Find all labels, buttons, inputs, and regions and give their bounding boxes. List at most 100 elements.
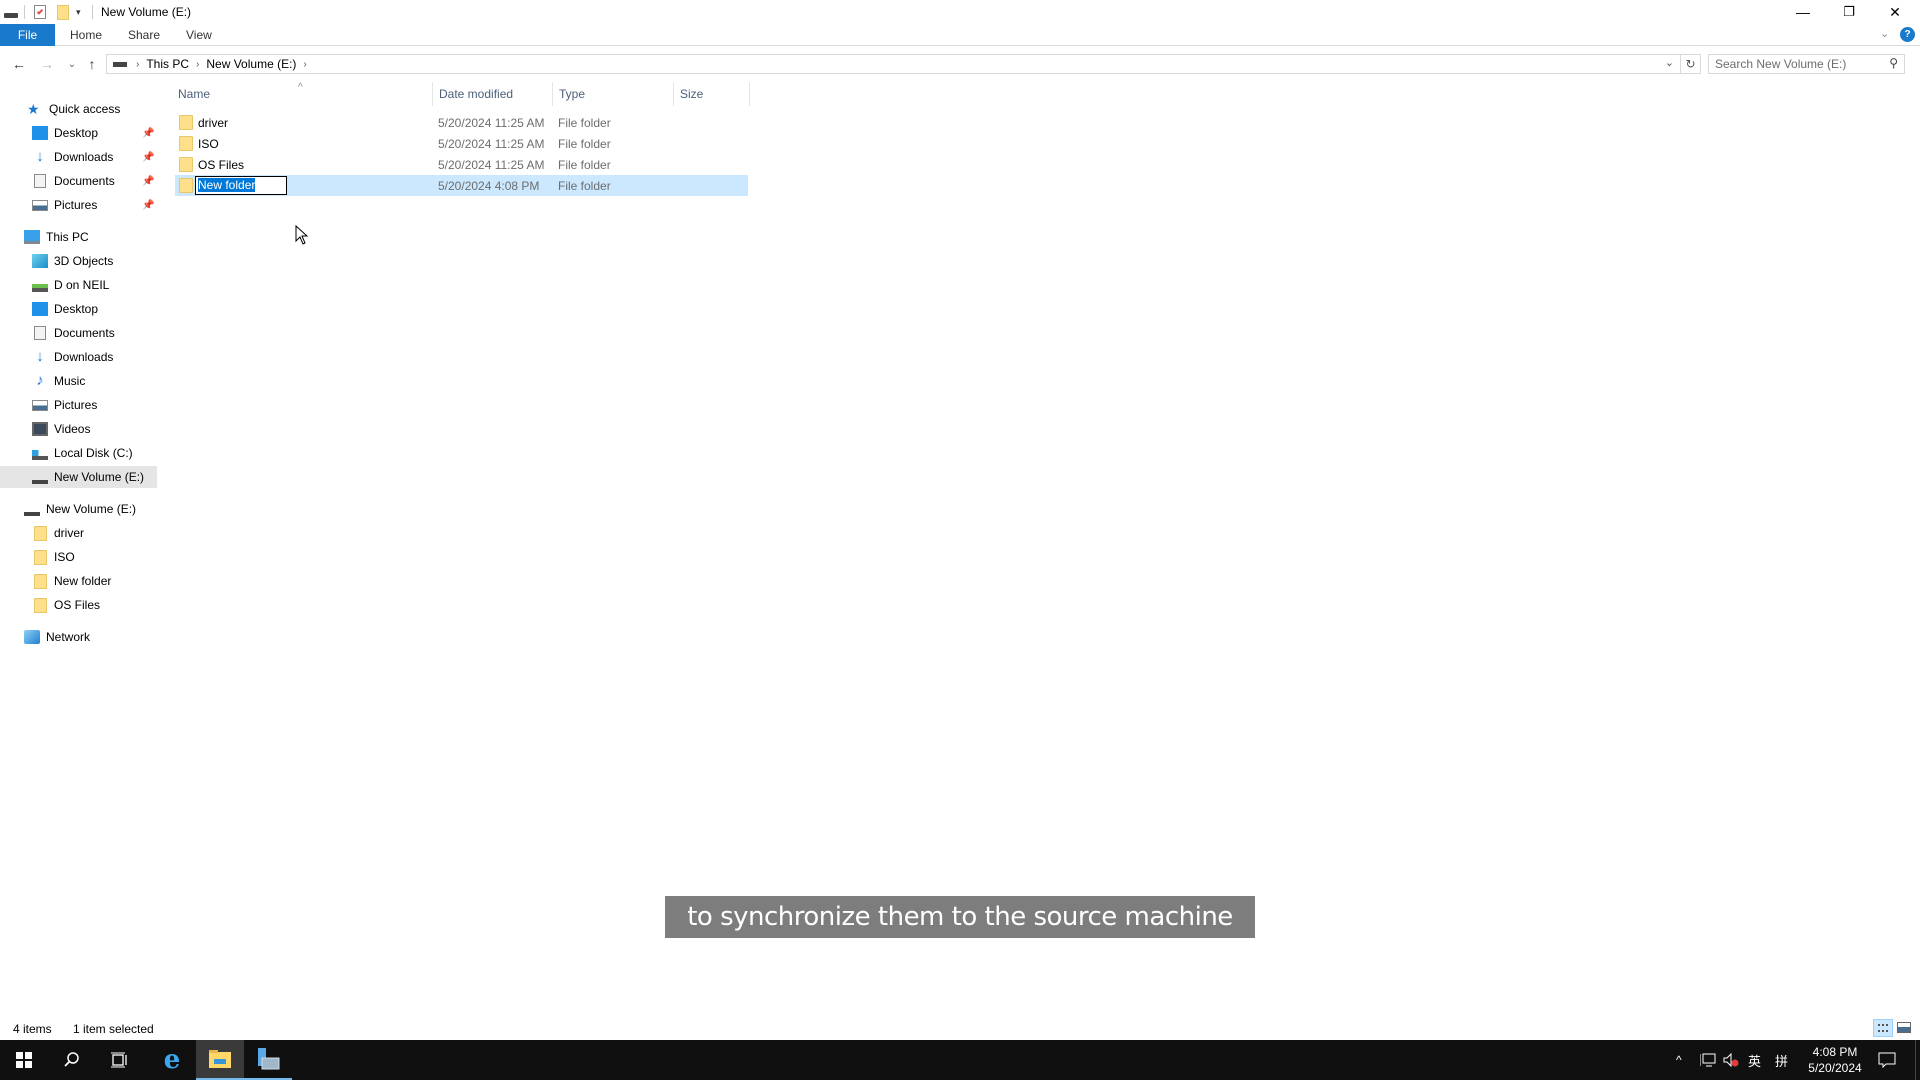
sidebar-item-network[interactable]: Network — [0, 626, 157, 648]
folder-icon — [34, 573, 47, 589]
taskbar: e ^ 英 拼 4:08 PM 5/20/2024 — [0, 1040, 1920, 1080]
divider — [92, 5, 93, 19]
pin-icon[interactable]: 📌 — [142, 200, 154, 211]
back-button[interactable]: ← — [9, 54, 29, 74]
search-input[interactable]: Search New Volume (E:) ⚲ — [1708, 54, 1905, 74]
search-button[interactable] — [48, 1040, 96, 1080]
internet-explorer-button[interactable]: e — [148, 1040, 196, 1080]
sidebar-item-label: Pictures — [54, 198, 98, 212]
sidebar-item-pictures[interactable]: Pictures 📌 — [0, 194, 157, 216]
sidebar-item-desktop-pc[interactable]: Desktop — [0, 298, 157, 320]
up-button[interactable]: ↑ — [82, 54, 102, 74]
forward-button[interactable]: → — [37, 54, 57, 74]
sidebar-item-this-pc[interactable]: This PC — [0, 226, 157, 248]
server-manager-button[interactable] — [244, 1040, 292, 1080]
close-button[interactable]: ✕ — [1872, 0, 1918, 24]
breadcrumb-separator[interactable]: › — [133, 59, 142, 70]
breadcrumb-new-volume[interactable]: New Volume (E:) — [202, 57, 300, 71]
column-header-size[interactable]: Size — [674, 82, 750, 106]
column-header-name[interactable]: Name — [172, 82, 432, 106]
sidebar-item-new-volume-e[interactable]: New Volume (E:) — [0, 466, 157, 488]
sidebar-item-d-on-neil[interactable]: D on NEIL — [0, 274, 157, 296]
show-hidden-icons-button[interactable]: ^ — [1676, 1040, 1682, 1080]
network-status-icon[interactable] — [1700, 1040, 1716, 1080]
tab-file[interactable]: File — [0, 24, 55, 46]
breadcrumb-separator[interactable]: › — [193, 59, 202, 70]
column-header-date-modified[interactable]: Date modified — [432, 82, 553, 106]
sidebar-item-iso[interactable]: ISO — [0, 546, 157, 568]
ime-mode-indicator[interactable]: 拼 — [1775, 1040, 1788, 1080]
sidebar-item-label: ISO — [54, 550, 75, 564]
sidebar-item-pictures-pc[interactable]: Pictures — [0, 394, 157, 416]
show-desktop-button[interactable] — [1915, 1040, 1920, 1080]
file-row-new-folder[interactable]: New folder 5/20/2024 4:08 PM File folder — [175, 175, 748, 196]
new-folder-icon[interactable] — [57, 4, 69, 20]
minimize-button[interactable]: — — [1780, 0, 1826, 24]
sidebar-item-documents-pc[interactable]: Documents — [0, 322, 157, 344]
sidebar-item-quick-access[interactable]: ★ Quick access — [0, 98, 157, 120]
action-center-button[interactable] — [1878, 1040, 1896, 1080]
large-icons-view-button[interactable] — [1897, 1022, 1911, 1033]
folder-icon — [34, 549, 47, 565]
sidebar-item-downloads[interactable]: ↓ Downloads 📌 — [0, 146, 157, 168]
window-title: New Volume (E:) — [101, 5, 192, 19]
sidebar-item-music[interactable]: ♪ Music — [0, 370, 157, 392]
breadcrumb-this-pc[interactable]: This PC — [142, 57, 193, 71]
address-bar[interactable]: › This PC › New Volume (E:) › ⌄ ↻ — [106, 54, 1701, 74]
start-button[interactable] — [0, 1040, 48, 1080]
search-placeholder: Search New Volume (E:) — [1715, 57, 1847, 71]
search-icon — [64, 1052, 79, 1067]
tab-home[interactable]: Home — [57, 24, 115, 46]
sidebar-item-documents[interactable]: Documents 📌 — [0, 170, 157, 192]
restore-button[interactable]: ❐ — [1826, 0, 1872, 24]
sidebar-item-label: 3D Objects — [54, 254, 114, 268]
windows-logo-icon — [16, 1052, 32, 1068]
sidebar-item-downloads-pc[interactable]: ↓ Downloads — [0, 346, 157, 368]
task-view-button[interactable] — [96, 1040, 144, 1080]
tab-view[interactable]: View — [173, 24, 225, 46]
rename-input[interactable]: New folder — [195, 176, 287, 195]
help-icon[interactable]: ? — [1900, 27, 1915, 42]
ime-language-indicator[interactable]: 英 — [1748, 1040, 1761, 1080]
sidebar-item-volume-root[interactable]: New Volume (E:) — [0, 498, 157, 520]
volume-muted-icon[interactable] — [1723, 1040, 1739, 1080]
column-header-type[interactable]: Type — [553, 82, 674, 106]
details-view-button[interactable] — [1873, 1019, 1893, 1037]
folder-icon — [34, 597, 47, 613]
pin-icon[interactable]: 📌 — [142, 176, 154, 187]
address-dropdown-icon[interactable]: ⌄ — [1665, 56, 1674, 69]
properties-icon[interactable] — [34, 4, 46, 20]
sidebar-item-driver[interactable]: driver — [0, 522, 157, 544]
sidebar-item-3d-objects[interactable]: 3D Objects — [0, 250, 157, 272]
sidebar-item-label: Local Disk (C:) — [54, 446, 133, 460]
file-row-driver[interactable]: driver 5/20/2024 11:25 AM File folder — [175, 112, 748, 133]
documents-icon — [34, 326, 46, 340]
tab-share[interactable]: Share — [115, 24, 173, 46]
expand-ribbon-icon[interactable]: ⌄ — [1880, 27, 1889, 40]
selection-count: 1 item selected — [73, 1022, 154, 1036]
pin-icon[interactable]: 📌 — [142, 152, 154, 163]
sidebar-item-label: driver — [54, 526, 85, 540]
divider — [24, 5, 25, 19]
file-row-iso[interactable]: ISO 5/20/2024 11:25 AM File folder — [175, 133, 748, 154]
sidebar-item-os-files[interactable]: OS Files — [0, 594, 157, 616]
pictures-icon — [32, 399, 48, 411]
breadcrumb-separator[interactable]: › — [300, 59, 309, 70]
sidebar-item-label: New folder — [54, 574, 112, 588]
refresh-button[interactable]: ↻ — [1680, 55, 1700, 73]
sidebar-item-desktop[interactable]: Desktop 📌 — [0, 122, 157, 144]
customize-qat-icon[interactable]: ▾ — [76, 4, 81, 20]
clock[interactable]: 4:08 PM 5/20/2024 — [1800, 1044, 1870, 1076]
sidebar-item-local-disk-c[interactable]: Local Disk (C:) — [0, 442, 157, 464]
file-name: ISO — [198, 136, 219, 151]
sidebar-item-videos[interactable]: Videos — [0, 418, 157, 440]
file-explorer-button[interactable] — [196, 1040, 244, 1080]
recent-locations-button[interactable]: ⌄ — [62, 54, 82, 74]
clock-time: 4:08 PM — [1812, 1045, 1858, 1059]
sidebar-item-label: New Volume (E:) — [46, 502, 137, 516]
search-icon[interactable]: ⚲ — [1889, 56, 1898, 70]
pin-icon[interactable]: 📌 — [142, 128, 154, 139]
sidebar-item-new-folder[interactable]: New folder — [0, 570, 157, 592]
sidebar-item-label: Network — [46, 630, 91, 644]
file-row-os-files[interactable]: OS Files 5/20/2024 11:25 AM File folder — [175, 154, 748, 175]
